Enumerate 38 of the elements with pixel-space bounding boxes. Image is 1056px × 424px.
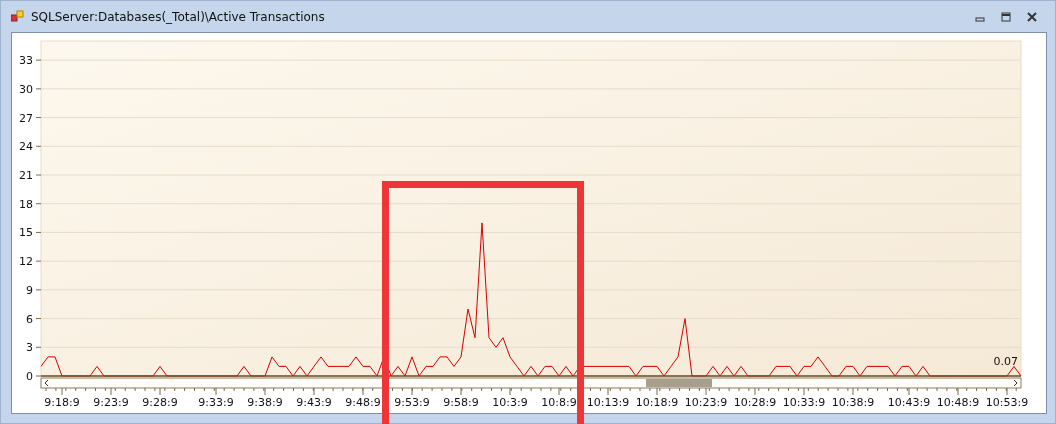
y-axis-label: 0 <box>26 370 33 383</box>
close-icon[interactable] <box>1027 11 1037 22</box>
y-axis-label: 12 <box>19 255 33 269</box>
x-axis-label: 9:18:9 <box>44 396 80 409</box>
y-axis-label: 18 <box>19 197 33 211</box>
maximize-icon[interactable] <box>1001 11 1011 22</box>
y-axis-label: 6 <box>26 312 33 326</box>
x-axis-label: 9:58:9 <box>443 396 479 409</box>
x-axis-label: 9:28:9 <box>142 396 178 409</box>
x-axis-label: 9:33:9 <box>198 396 234 409</box>
y-axis-label: 9 <box>26 283 33 297</box>
app-icon <box>11 10 25 23</box>
x-axis-label: 10:48:9 <box>936 396 980 409</box>
y-axis-label: 21 <box>19 169 33 182</box>
window-title: SQLServer:Databases(_Total)\Active Transactions <box>31 9 325 24</box>
y-axis-label: 27 <box>19 111 33 125</box>
x-axis-label: 10:13:9 <box>586 396 630 409</box>
x-axis-label: 9:38:9 <box>247 396 283 409</box>
horizontal-scrollbar[interactable] <box>40 377 1022 389</box>
x-axis-label: 10:8:9 <box>541 396 577 409</box>
x-axis-label: 9:43:9 <box>296 396 332 409</box>
x-axis-label: 10:23:9 <box>684 396 728 409</box>
x-axis-label: 10:38:9 <box>831 396 875 409</box>
x-axis-label: 10:33:9 <box>782 396 826 409</box>
x-axis-label: 10:53:9 <box>985 396 1029 409</box>
x-axis-label: 10:3:9 <box>492 396 528 409</box>
x-axis-label: 10:18:9 <box>635 396 679 409</box>
x-axis-label: 9:53:9 <box>394 396 430 409</box>
x-axis-label: 10:43:9 <box>887 396 931 409</box>
y-axis-label: 15 <box>19 226 33 240</box>
x-axis-label: 9:48:9 <box>345 396 381 409</box>
y-axis-label: 3 <box>26 341 33 355</box>
y-axis-label: 33 <box>19 54 33 68</box>
current-value-label: 0.07 <box>993 355 1018 368</box>
y-axis-label: 24 <box>19 140 33 154</box>
x-axis-label: 10:28:9 <box>733 396 777 409</box>
y-axis-label: 30 <box>19 82 33 96</box>
x-axis-label: 9:23:9 <box>93 396 129 409</box>
